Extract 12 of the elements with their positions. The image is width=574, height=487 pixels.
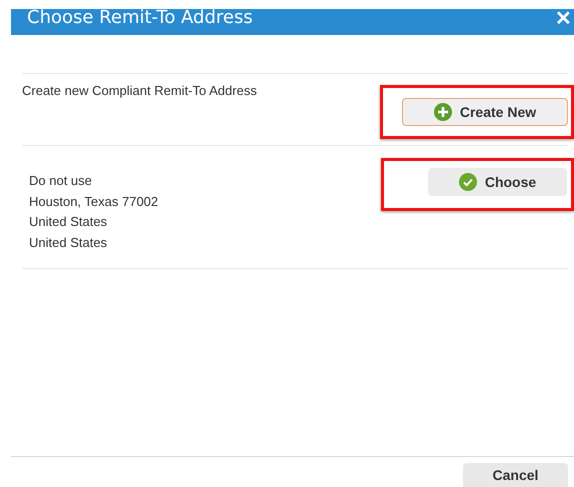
address-line: Houston, Texas 77002 [29,192,160,210]
choose-button[interactable]: Choose [428,168,567,196]
create-description: Create new Compliant Remit-To Address [22,82,258,100]
dialog-title: Choose Remit-To Address [27,9,253,27]
address-line: United States [29,213,108,231]
plus-icon [434,103,452,121]
create-new-button[interactable]: Create New [402,98,568,126]
cancel-button[interactable]: Cancel [463,463,568,487]
address-line: Do not use [29,172,93,190]
address-line: United States [29,234,108,252]
check-icon [458,173,477,191]
close-button[interactable]: ✕ [555,9,572,29]
